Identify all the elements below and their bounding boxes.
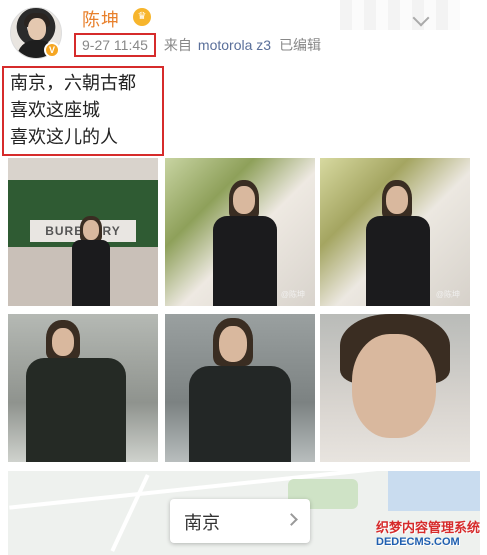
figure-head [219, 326, 247, 362]
post-header: V 陈坤 ♛ 9-27 11:45 来自 motorola z3 已编辑 [0, 0, 487, 62]
device-link[interactable]: motorola z3 [198, 37, 271, 53]
mosaic-overlay [340, 0, 460, 30]
location-button[interactable]: 南京 [170, 499, 310, 543]
source-prefix: 来自 [163, 37, 192, 53]
location-city: 南京 [184, 513, 220, 533]
figure-head [83, 220, 99, 240]
photo-grid: BURBERRY @陈坤 @陈坤 [8, 158, 480, 464]
photo-3[interactable]: @陈坤 [320, 158, 470, 306]
site-watermark: 织梦内容管理系统 DEDECMS.COM [376, 517, 484, 553]
photo-watermark: @陈坤 [280, 290, 305, 299]
figure-head [233, 186, 255, 214]
post-text-line: 喜欢这座城 [10, 100, 100, 120]
photo-6[interactable] [320, 314, 470, 462]
username[interactable]: 陈坤 [82, 6, 120, 32]
photo-watermark: @陈坤 [435, 290, 460, 299]
photo-5[interactable] [165, 314, 315, 462]
figure-body [72, 240, 110, 306]
figure-head [352, 334, 436, 438]
avatar-face [28, 18, 46, 40]
map-water [388, 471, 480, 511]
post-time: 9-27 11:45 [74, 33, 156, 57]
vip-crown-icon: ♛ [133, 8, 151, 26]
site-watermark-cn: 织梦内容管理系统 [376, 520, 481, 535]
figure-body [213, 216, 277, 306]
post-text-line: 南京，六朝古都 [10, 73, 136, 93]
photo-2[interactable]: @陈坤 [165, 158, 315, 306]
figure-head [386, 186, 408, 214]
site-watermark-en: DEDECMS.COM [376, 536, 460, 548]
chevron-right-icon [285, 513, 298, 526]
post-text: 南京，六朝古都 喜欢这座城 喜欢这儿的人 [2, 66, 164, 156]
figure-body [26, 358, 126, 462]
photo-4[interactable] [8, 314, 158, 462]
photo-1[interactable]: BURBERRY [8, 158, 158, 306]
post-text-line: 喜欢这儿的人 [10, 127, 118, 147]
figure-body [189, 366, 291, 462]
post-meta: 9-27 11:45 来自 motorola z3 已编辑 [74, 30, 321, 60]
figure-body [366, 216, 430, 306]
edited-label[interactable]: 已编辑 [279, 35, 321, 55]
map-road [110, 474, 150, 552]
verified-icon: V [44, 42, 60, 58]
figure-head [52, 328, 74, 356]
